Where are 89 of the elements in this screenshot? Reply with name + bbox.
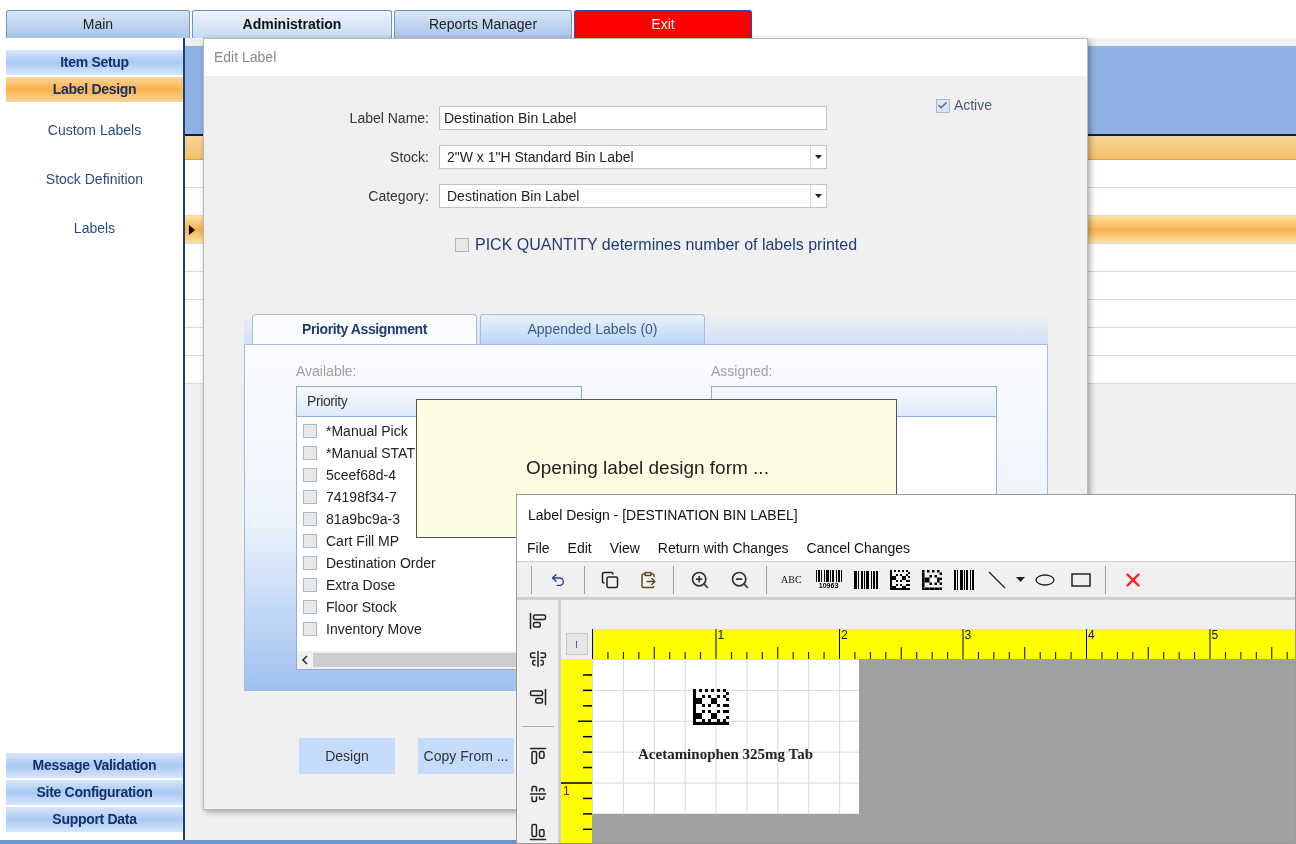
align-bottom-icon[interactable] — [528, 823, 547, 841]
list-item[interactable]: Floor Stock — [326, 596, 397, 618]
sidebar-section[interactable]: Support Data — [6, 807, 183, 832]
item-checkbox[interactable] — [303, 424, 317, 438]
dropdown-arrow-icon — [815, 194, 822, 198]
dropdown-field[interactable]: 2"W x 1"H Standard Bin Label — [439, 145, 827, 169]
line-tool-icon[interactable] — [987, 570, 1006, 589]
nav-tab[interactable]: Exit — [574, 10, 752, 38]
list-item[interactable]: 5ceef68d-4 — [326, 464, 397, 486]
item-checkbox[interactable] — [303, 468, 317, 482]
dialog-button[interactable]: Design — [299, 738, 395, 774]
nav-tab[interactable]: Administration — [192, 10, 392, 38]
list-item[interactable]: Inventory Move — [326, 618, 422, 640]
menu-item[interactable]: File — [527, 538, 550, 559]
dropdown-arrow-icon[interactable] — [1015, 577, 1025, 582]
sidebar-link[interactable]: Custom Labels — [47, 120, 142, 141]
checkbox-label: PICK QUANTITY determines number of labels printed — [475, 235, 858, 255]
sidebar-link[interactable]: Stock Definition — [45, 169, 144, 190]
undo-icon[interactable] — [550, 571, 566, 588]
ruler-number: 3 — [964, 629, 972, 641]
dialog-button[interactable]: Copy From ... — [418, 738, 514, 774]
align-top-icon[interactable] — [528, 747, 547, 765]
ellipse-tool-icon[interactable] — [1034, 573, 1055, 586]
item-checkbox[interactable] — [303, 600, 317, 614]
data-matrix-icon — [921, 569, 942, 590]
ruler-number: 1 — [563, 784, 570, 797]
ruler-number: 1 — [717, 629, 725, 641]
data-matrix-barcode — [692, 689, 729, 725]
qr-code-icon — [889, 569, 910, 590]
align-middle-icon[interactable] — [528, 785, 547, 803]
window-title: Edit Label — [214, 48, 277, 67]
tab[interactable]: Priority Assignment — [252, 314, 477, 344]
barcode-icon[interactable] — [953, 569, 974, 590]
list-item[interactable]: 74198f34-7 — [326, 486, 397, 508]
field-label: Label Name: — [348, 108, 430, 128]
paste-icon[interactable] — [639, 570, 657, 589]
text-field[interactable]: Destination Bin Label — [439, 106, 827, 130]
list-item[interactable]: Destination Order — [326, 552, 436, 574]
align-center-icon[interactable] — [528, 650, 547, 668]
item-checkbox[interactable] — [303, 622, 317, 636]
item-checkbox[interactable] — [303, 556, 317, 570]
item-checkbox[interactable] — [303, 446, 317, 460]
row-pointer-icon — [189, 224, 195, 235]
item-checkbox[interactable] — [303, 578, 317, 592]
checkbox-label: Active — [953, 96, 992, 115]
stacked-barcode-icon[interactable] — [853, 570, 878, 589]
list-item[interactable]: Cart Fill MP — [326, 530, 400, 552]
label-text[interactable]: Acetaminophen 325mg Tab — [638, 743, 813, 766]
align-left-icon[interactable] — [528, 612, 547, 630]
active-checkbox[interactable] — [935, 98, 950, 113]
list-item[interactable]: 81a9bc9a-3 — [326, 508, 400, 530]
ruler-number: 5 — [1211, 629, 1219, 641]
list-label: Assigned: — [711, 362, 773, 381]
item-checkbox[interactable] — [303, 512, 317, 526]
menu-item[interactable]: Cancel Changes — [806, 538, 911, 559]
column-header[interactable]: Priority — [297, 391, 348, 412]
text-tool[interactable]: ABC — [781, 572, 802, 587]
menu-item[interactable]: View — [609, 538, 640, 559]
zoom-in-icon[interactable] — [690, 569, 710, 590]
zoom-out-icon[interactable] — [730, 569, 750, 590]
nav-tab[interactable]: Main — [6, 10, 190, 38]
list-item[interactable]: *Manual STAT — [326, 442, 415, 464]
list-label: Available: — [296, 362, 357, 381]
window-title: Label Design - [DESTINATION BIN LABEL] — [528, 506, 798, 525]
loading-message: Opening label design form ... — [526, 456, 769, 481]
sidebar-section[interactable]: Site Configuration — [6, 780, 183, 805]
menu-item[interactable]: Edit — [567, 538, 592, 559]
sidebar-section[interactable]: Message Validation — [6, 753, 183, 778]
copy-icon[interactable] — [601, 570, 619, 589]
field-label: Stock: — [389, 147, 430, 167]
field-label: Category: — [367, 186, 430, 206]
dropdown-arrow-icon — [815, 155, 822, 159]
pick-quantity-checkbox[interactable] — [455, 238, 469, 252]
list-item[interactable]: *Manual Pick — [326, 420, 408, 442]
sidebar-link[interactable]: Labels — [73, 218, 116, 239]
sidebar-section[interactable]: Item Setup — [6, 50, 183, 75]
nav-tab[interactable]: Reports Manager — [394, 10, 572, 38]
ruler-number: 4 — [1088, 629, 1095, 641]
ruler-number: 2 — [841, 629, 848, 641]
sidebar-section[interactable]: Label Design — [6, 77, 183, 102]
align-right-icon[interactable] — [528, 688, 547, 706]
dropdown-field[interactable]: Destination Bin Label — [439, 184, 827, 208]
scroll-left-icon[interactable] — [302, 655, 308, 665]
item-checkbox[interactable] — [303, 534, 317, 548]
menu-item[interactable]: Return with Changes — [657, 538, 789, 559]
item-checkbox[interactable] — [303, 490, 317, 504]
rectangle-tool-icon[interactable] — [1070, 572, 1091, 587]
list-item[interactable]: Extra Dose — [326, 574, 396, 596]
tab[interactable]: Appended Labels (0) — [480, 314, 705, 344]
